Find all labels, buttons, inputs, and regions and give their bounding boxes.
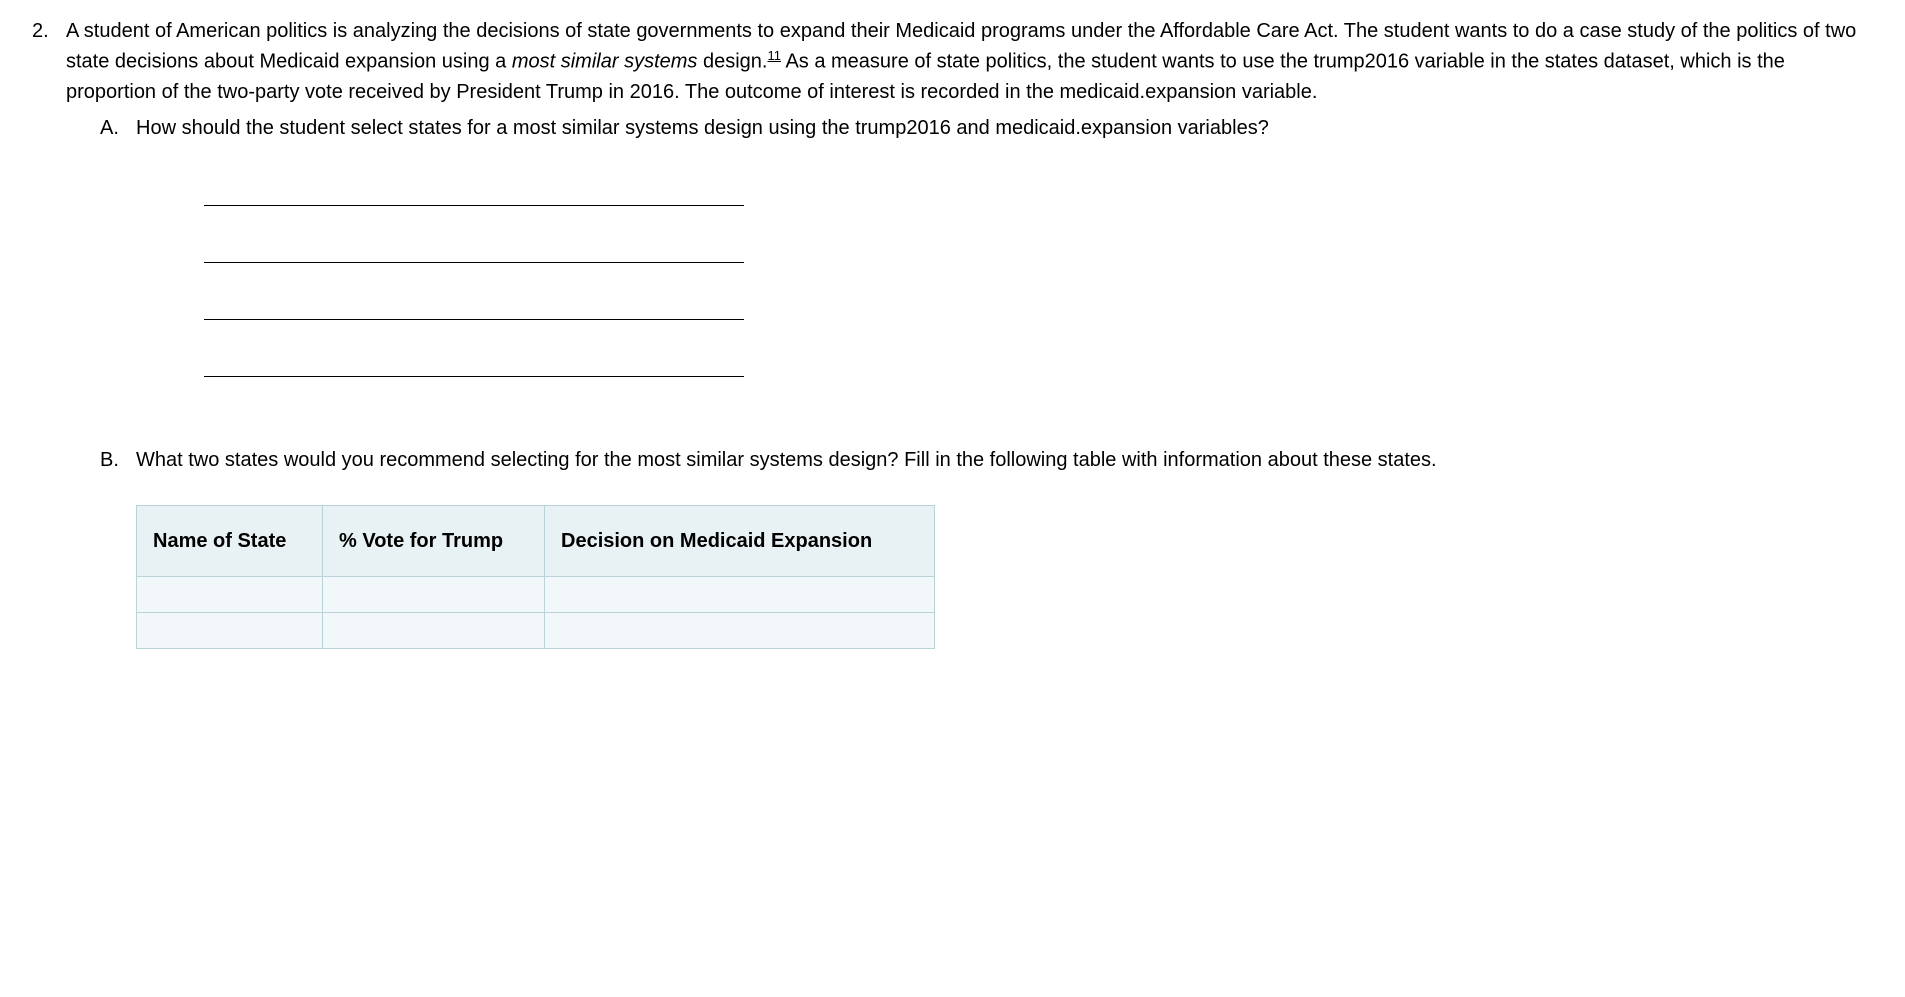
- cell-vote-1[interactable]: [323, 576, 545, 612]
- footnote-link-11[interactable]: 11: [767, 48, 781, 63]
- cell-state-2[interactable]: [137, 612, 323, 648]
- question-number: 2.: [32, 16, 56, 655]
- cell-decision-1[interactable]: [545, 576, 935, 612]
- question-italic-phrase: most similar systems: [512, 51, 698, 73]
- question-body: A student of American politics is analyz…: [66, 16, 1873, 655]
- question-2: 2. A student of American politics is ana…: [32, 16, 1873, 655]
- question-text-part2: design.: [697, 51, 767, 73]
- sub-a-text: How should the student select states for…: [136, 113, 1873, 143]
- sub-b-text: What two states would you recommend sele…: [136, 445, 1873, 475]
- states-table: Name of State % Vote for Trump Decision …: [136, 505, 935, 649]
- question-text: A student of American politics is analyz…: [66, 16, 1873, 107]
- answer-lines-a: [204, 205, 1873, 377]
- cell-decision-2[interactable]: [545, 612, 935, 648]
- sub-letter-a: A.: [100, 113, 126, 439]
- sub-content-a: How should the student select states for…: [136, 113, 1873, 439]
- cell-state-1[interactable]: [137, 576, 323, 612]
- states-table-wrapper: Name of State % Vote for Trump Decision …: [136, 505, 1873, 649]
- table-header-row: Name of State % Vote for Trump Decision …: [137, 505, 935, 576]
- answer-line[interactable]: [204, 205, 744, 206]
- header-name-of-state: Name of State: [137, 505, 323, 576]
- sub-question-b: B. What two states would you recommend s…: [100, 445, 1873, 649]
- sub-questions: A. How should the student select states …: [66, 113, 1873, 649]
- header-vote-trump: % Vote for Trump: [323, 505, 545, 576]
- answer-line[interactable]: [204, 376, 744, 377]
- sub-letter-b: B.: [100, 445, 126, 649]
- sub-question-a: A. How should the student select states …: [100, 113, 1873, 439]
- sub-content-b: What two states would you recommend sele…: [136, 445, 1873, 649]
- table-row: [137, 576, 935, 612]
- table-row: [137, 612, 935, 648]
- header-medicaid-decision: Decision on Medicaid Expansion: [545, 505, 935, 576]
- cell-vote-2[interactable]: [323, 612, 545, 648]
- answer-line[interactable]: [204, 262, 744, 263]
- answer-line[interactable]: [204, 319, 744, 320]
